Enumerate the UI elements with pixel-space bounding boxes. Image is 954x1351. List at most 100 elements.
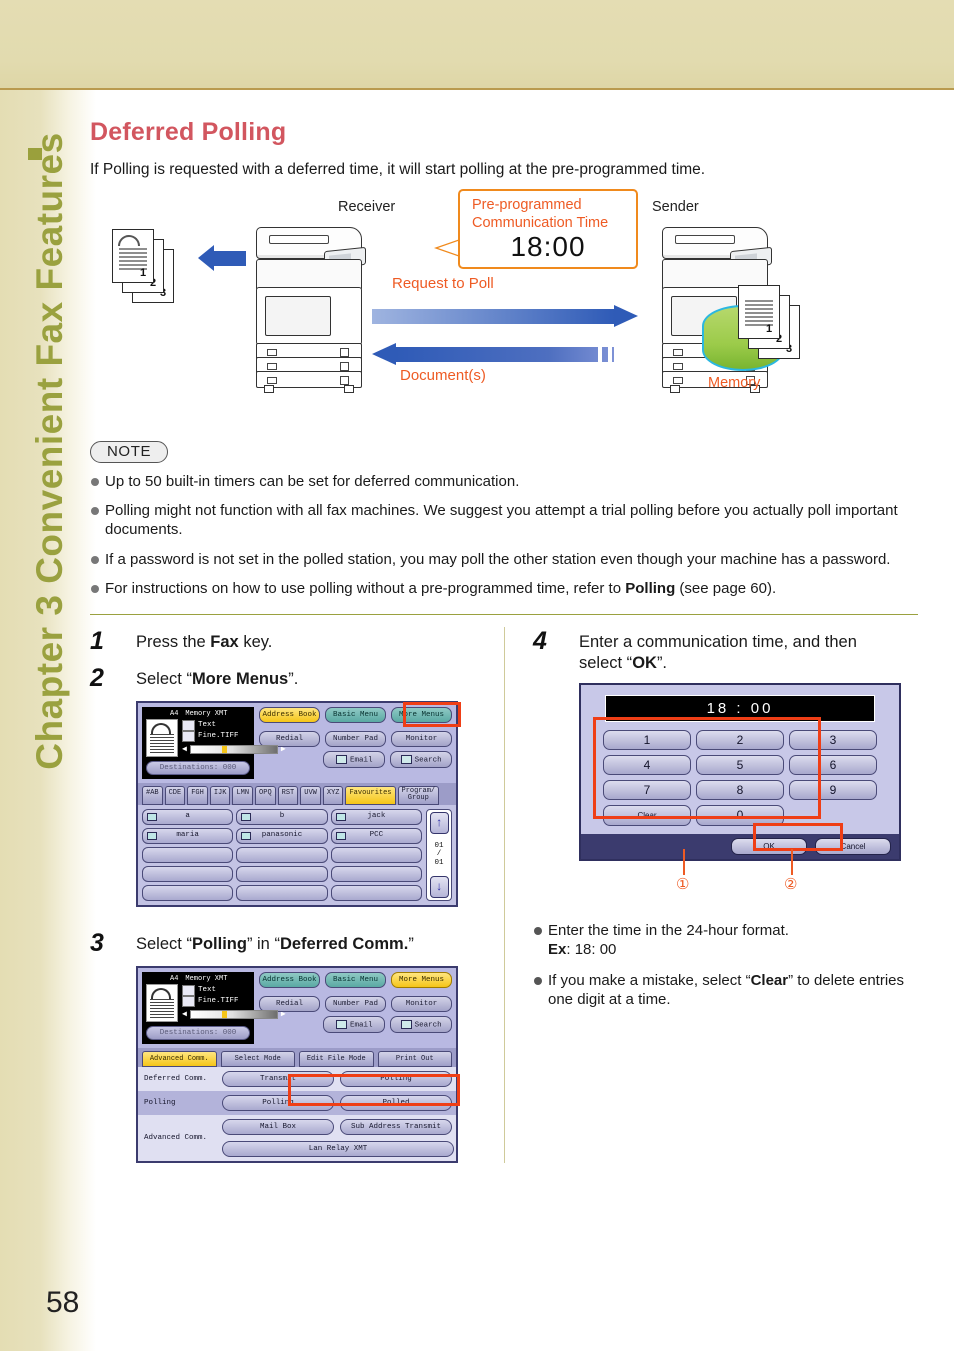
more-menus-button[interactable]: More Menus [391,971,452,988]
address-entry-empty[interactable] [142,865,234,882]
highlight-ok [753,822,843,851]
step-3-text: Select “Polling” in “Deferred Comm.” [136,934,414,953]
tab-favourites[interactable]: Favourites [345,785,396,805]
address-entry-empty[interactable] [236,884,328,901]
address-entry-empty[interactable] [236,846,328,863]
paper-size: A4 [170,709,179,718]
send-mode: Memory XMT [185,974,228,983]
text-mode-icon [182,984,195,996]
receiver-machine [250,227,368,395]
callout-line2: Communication Time [472,215,609,232]
sub-address-transmit-button[interactable]: Sub Address Transmit [340,1118,452,1135]
tab-lmn[interactable]: LMN [232,785,254,805]
address-entry[interactable]: a [142,808,234,825]
address-entry-empty[interactable] [330,865,422,882]
note-tag: NOTE [90,441,169,463]
monitor-button[interactable]: Monitor [391,995,452,1012]
address-entry-empty[interactable] [330,846,422,863]
tab-cde[interactable]: CDE [164,785,186,805]
lcd-screenshot-step3: A4 Memory XMT Text Fine.TIFF ◀ ▶ Destina… [136,965,460,1163]
tab-rst[interactable]: RST [277,785,299,805]
address-entry[interactable]: panasonic [236,827,328,844]
tab-program-group[interactable]: Program/Group [397,785,440,805]
address-entry[interactable]: jack [330,808,422,825]
address-book-button[interactable]: Address Book [259,706,320,723]
step-3-number: 3 [90,928,104,957]
address-entry[interactable]: PCC [330,827,422,844]
address-entry-empty[interactable] [142,884,234,901]
callout-line1: Pre-programmed [472,197,582,213]
highlight-keypad [593,716,821,819]
tab-ab[interactable]: #AB [142,785,163,805]
mail-icon [335,831,346,840]
search-icon [400,754,412,764]
address-book-button[interactable]: Address Book [259,971,320,988]
fax-doc-status: A4 Memory XMT Text Fine.TIFF ◀ ▶ Destina… [142,971,286,1044]
tab-ijk[interactable]: IJK [209,785,231,805]
note-item: For instructions on how to use polling w… [90,579,918,598]
fax-icon [241,831,252,840]
mail-icon [335,812,346,821]
memory-label: Memory [708,375,761,391]
page-number: 58 [46,1286,80,1319]
email-button[interactable]: Email [323,1015,386,1034]
address-entry-empty[interactable] [142,846,234,863]
documents-label: Document(s) [400,367,486,384]
text-mode: Text [198,721,217,729]
lcd-screenshot-step2: A4 Memory XMT Text Fine.TIFF ◀ ▶ Destina… [136,700,461,907]
mail-box-button[interactable]: Mail Box [222,1118,334,1135]
mail-icon [147,812,157,821]
receiver-paper-stack: 3 2 1 [112,229,174,307]
resolution: Fine.TIFF [198,732,239,740]
page-counter: 01/01 [434,841,444,867]
document-preview-icon [146,718,178,757]
basic-menu-button[interactable]: Basic Menu [325,971,386,988]
address-entry[interactable]: b [236,808,328,825]
address-entry[interactable]: maria [142,827,234,844]
resolution: Fine.TIFF [198,996,239,1005]
row-label-polling: Polling [144,1098,176,1107]
tab-advanced-comm[interactable]: Advanced Comm. [142,1050,217,1067]
monitor-button[interactable]: Monitor [391,730,452,747]
contrast-slider[interactable] [189,745,278,755]
dialog-footer: OK Cancel [581,833,899,859]
paper-size: A4 [170,974,179,983]
lan-relay-xmt-button[interactable]: Lan Relay XMT [222,1140,454,1157]
tab-fgh[interactable]: FGH [187,785,208,805]
highlight-deferred-polling [288,1073,460,1106]
email-button[interactable]: Email [323,750,386,769]
page-up-icon[interactable]: ↑ [429,811,449,834]
address-entry-empty[interactable] [236,865,328,882]
steps-left-column: 1 Press the Fax key. 2 Select “More Menu… [90,627,504,1163]
step-3: 3 Select “Polling” in “Deferred Comm.” [90,929,504,958]
tab-opq[interactable]: OPQ [255,785,276,805]
destinations-count: Destinations: 000 [146,1025,250,1040]
fax-doc-status: A4 Memory XMT Text Fine.TIFF ◀ ▶ Destina… [142,706,286,779]
tab-select-mode[interactable]: Select Mode [220,1050,295,1067]
number-pad-button[interactable]: Number Pad [325,995,386,1012]
address-entry-empty[interactable] [330,884,422,901]
tab-edit-file-mode[interactable]: Edit File Mode [299,1050,374,1067]
advanced-comm-tabs: Advanced Comm. Select Mode Edit File Mod… [138,1047,456,1067]
step-2: 2 Select “More Menus”. [90,664,504,693]
steps-right-column: 4 Enter a communication time, and then s… [504,626,918,1163]
number-pad-button[interactable]: Number Pad [325,730,386,747]
receiver-label: Receiver [338,199,396,215]
contrast-slider[interactable] [189,1009,278,1019]
page-down-icon[interactable]: ↓ [429,875,449,898]
preprogrammed-time-callout: Pre-programmed Communication Time 18:00 [458,189,638,270]
email-icon [336,1019,347,1029]
search-icon [400,1019,412,1029]
sender-paper-stack: 3 2 1 [738,285,800,363]
section-divider [90,613,918,615]
note-item: If a password is not set in the polled s… [90,550,918,569]
basic-menu-button[interactable]: Basic Menu [325,706,386,723]
tab-xyz[interactable]: XYZ [322,785,344,805]
search-button[interactable]: Search [390,1015,452,1034]
tab-print-out[interactable]: Print Out [377,1050,452,1067]
send-mode: Memory XMT [185,709,228,718]
tab-uvw[interactable]: UVW [300,785,321,805]
search-button[interactable]: Search [390,750,452,769]
mail-icon [241,812,252,821]
step-2-number: 2 [90,663,104,692]
